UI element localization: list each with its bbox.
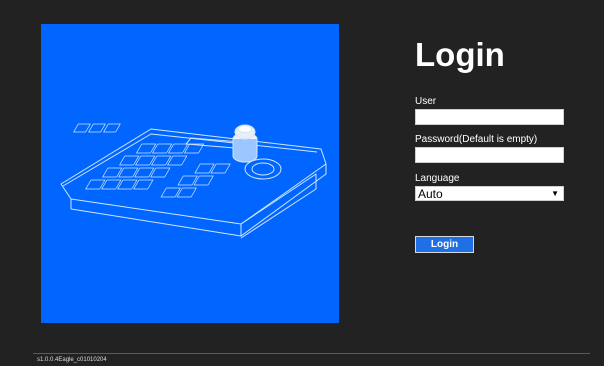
language-select[interactable]: Auto ▼ <box>415 186 564 201</box>
footer-divider <box>33 353 590 354</box>
ptz-keyboard-controller-icon <box>60 123 327 239</box>
page-title: Login <box>415 36 505 73</box>
user-input[interactable] <box>415 109 564 125</box>
login-button[interactable]: Login <box>415 236 474 253</box>
language-select-value: Auto <box>418 187 443 201</box>
user-label: User <box>415 96 437 107</box>
password-label: Password(Default is empty) <box>415 134 538 145</box>
language-label: Language <box>415 173 460 184</box>
password-input[interactable] <box>415 147 564 163</box>
hero-image-panel <box>41 24 339 323</box>
version-text: s1.0.0.4Eagle_c01010204 <box>37 357 107 363</box>
chevron-down-icon: ▼ <box>551 189 559 198</box>
